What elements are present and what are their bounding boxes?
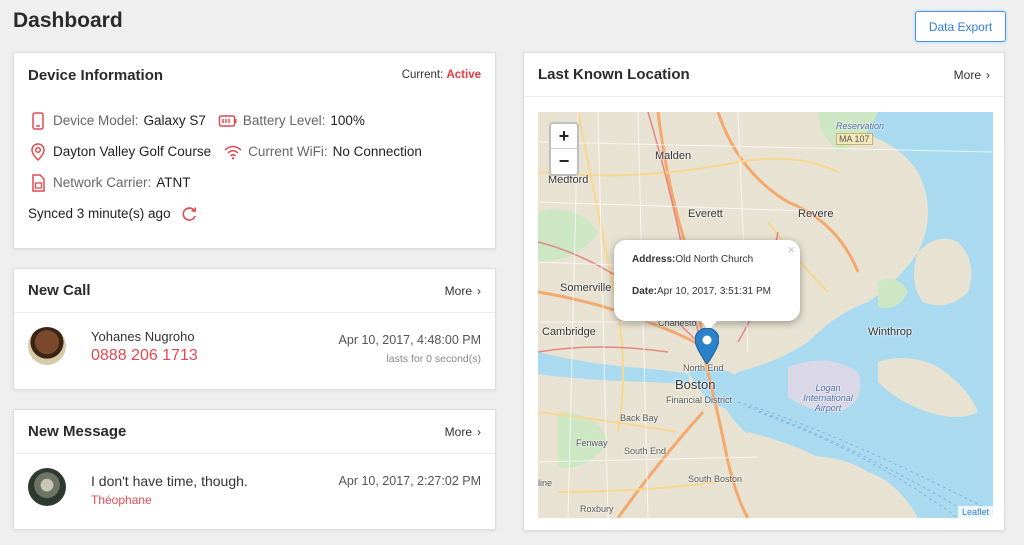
call-more-link[interactable]: More › — [445, 284, 481, 298]
location-card-title: Last Known Location — [538, 66, 690, 83]
wifi-icon — [223, 142, 243, 162]
map-label-south-end: South End — [624, 446, 667, 456]
call-timestamp: Apr 10, 2017, 4:48:00 PM — [338, 333, 481, 347]
sim-card-icon — [28, 173, 48, 193]
battery-label: Battery Level: — [242, 113, 326, 128]
map-label-everett: Everett — [688, 208, 723, 220]
message-card-header: New Message More › — [14, 410, 495, 454]
message-sender: Théophane — [91, 493, 152, 507]
map-label-revere: Revere — [798, 208, 834, 220]
map-label-back-bay: Back Bay — [620, 413, 659, 423]
location-more-link[interactable]: More › — [954, 68, 990, 82]
call-more-label: More — [444, 283, 472, 298]
device-card-title: Device Information — [28, 66, 164, 84]
avatar — [28, 327, 66, 365]
call-duration: lasts for 0 second(s) — [386, 353, 481, 365]
popup-close-button[interactable]: × — [787, 242, 795, 257]
map-label-ma107: MA 107 — [836, 133, 873, 145]
call-card-header: New Call More › — [14, 269, 495, 313]
map-label-somerville: Somerville — [560, 282, 612, 294]
new-call-card: New Call More › Yohanes Nugroho 0888 206 … — [13, 268, 496, 390]
map-label-financial-district: Financial District — [666, 395, 733, 405]
call-entry[interactable]: Yohanes Nugroho 0888 206 1713 Apr 10, 20… — [14, 313, 495, 389]
new-message-card: New Message More › I don't have time, tho… — [13, 409, 496, 530]
device-model: Device Model: Galaxy S7 — [28, 111, 206, 131]
popup-date: Date:Apr 10, 2017, 3:51:31 PM — [632, 286, 800, 297]
popup-address: Address:Old North Church — [632, 254, 800, 265]
device-model-value: Galaxy S7 — [143, 113, 206, 128]
map-label-boston: Boston — [675, 377, 716, 392]
popup-address-value: Old North Church — [675, 254, 754, 265]
device-card-header: Device Information Current: Active — [14, 53, 495, 97]
map-label-line: line — [538, 478, 553, 488]
location-map[interactable]: Malden Medford Everett Revere Somerville… — [538, 112, 993, 518]
map-label-reservation: Reservation — [836, 121, 885, 131]
device-information-card: Device Information Current: Active Devic… — [13, 52, 496, 249]
location-card-header: Last Known Location More › — [524, 53, 1004, 97]
map-popup: × Address:Old North Church Date:Apr 10, … — [614, 240, 800, 330]
network-carrier: Network Carrier: ATNT — [28, 173, 191, 193]
popup-date-label: Date: — [632, 286, 658, 297]
device-status-label: Current: — [401, 69, 447, 81]
synced-text: Synced 3 minute(s) ago — [28, 206, 171, 221]
call-card-title: New Call — [28, 282, 91, 299]
carrier-value: ATNT — [156, 175, 191, 190]
map-label-roxbury: Roxbury — [580, 504, 614, 514]
chevron-right-icon: › — [986, 67, 990, 82]
message-more-link[interactable]: More › — [445, 425, 481, 439]
wifi-value: No Connection — [332, 144, 422, 159]
map-label-logan-airport: Logan International Airport — [803, 383, 853, 413]
message-text: I don't have time, though. — [91, 473, 248, 489]
map-label-south-boston: South Boston — [688, 474, 743, 484]
last-known-location-card: Last Known Location More › Malden Medfor… — [523, 52, 1005, 531]
message-timestamp: Apr 10, 2017, 2:27:02 PM — [338, 474, 481, 488]
device-status: Current: Active — [402, 69, 481, 81]
message-card-title: New Message — [28, 423, 127, 440]
caller-name: Yohanes Nugroho — [91, 329, 195, 344]
avatar — [28, 468, 66, 506]
wifi-label: Current WiFi: — [248, 144, 328, 159]
popup-address-label: Address: — [632, 254, 676, 265]
device-location: Dayton Valley Golf Course — [28, 142, 211, 162]
data-export-button[interactable]: Data Export — [915, 11, 1006, 42]
location-more-label: More — [953, 67, 981, 82]
message-more-label: More — [444, 424, 472, 439]
map-label-malden: Malden — [655, 150, 692, 162]
popup-date-value: Apr 10, 2017, 3:51:31 PM — [657, 286, 771, 297]
map-attribution-link[interactable]: Leaflet — [957, 506, 993, 518]
battery-value: 100% — [330, 113, 365, 128]
zoom-in-button[interactable]: + — [551, 124, 577, 149]
map-zoom-control: + − — [549, 122, 579, 176]
device-status-value: Active — [446, 69, 481, 81]
chevron-right-icon: › — [477, 424, 481, 439]
zoom-out-button[interactable]: − — [551, 149, 577, 174]
map-label-winthrop: Winthrop — [868, 326, 913, 338]
phone-icon — [28, 111, 48, 131]
chevron-right-icon: › — [477, 283, 481, 298]
location-pin-icon — [28, 142, 48, 162]
refresh-icon[interactable] — [179, 204, 199, 224]
caller-phone: 0888 206 1713 — [91, 347, 198, 364]
device-location-value: Dayton Valley Golf Course — [53, 144, 212, 159]
map-label-fenway: Fenway — [576, 438, 608, 448]
carrier-label: Network Carrier: — [53, 175, 152, 190]
device-model-label: Device Model: — [53, 113, 139, 128]
current-wifi: Current WiFi: No Connection — [223, 142, 422, 162]
message-entry[interactable]: I don't have time, though. Théophane Apr… — [14, 454, 495, 530]
map-label-cambridge: Cambridge — [542, 326, 596, 338]
map-label-north-end: North End — [683, 363, 724, 373]
map-marker-icon[interactable] — [695, 328, 719, 364]
page-title: Dashboard — [13, 9, 123, 32]
battery-level: Battery Level: 100% — [218, 111, 365, 131]
battery-icon — [218, 111, 238, 131]
